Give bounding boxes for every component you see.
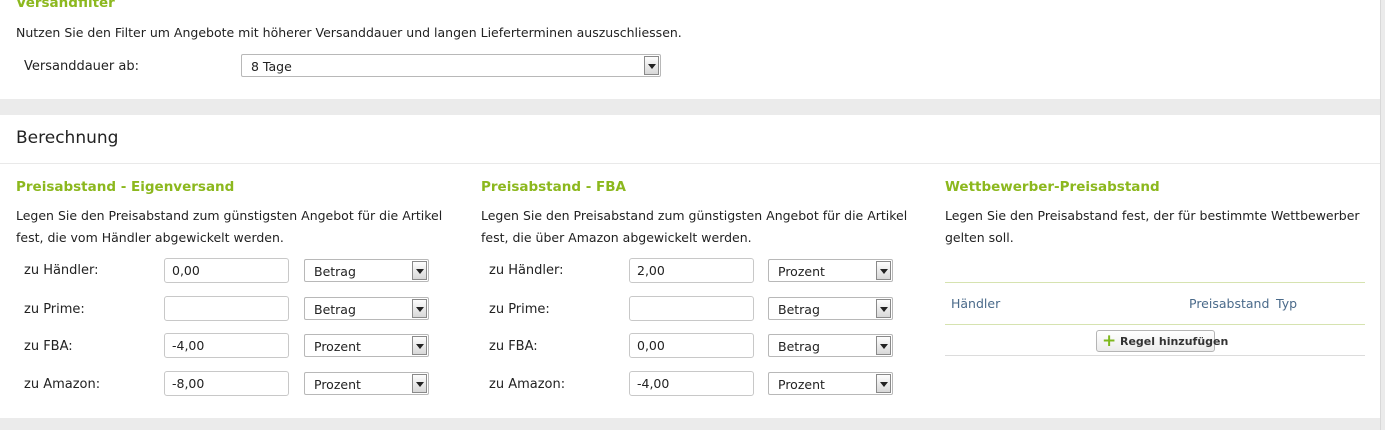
versandfilter-panel: Versandfilter Nutzen Sie den Filter um A…: [0, 0, 1380, 99]
chevron-down-icon[interactable]: [412, 336, 427, 355]
table-header-border: [945, 324, 1365, 325]
fba-haendler-label: zu Händler:: [489, 263, 564, 278]
fba-fba-input[interactable]: 0,00: [629, 333, 754, 358]
fba-prime-type-select[interactable]: Betrag: [768, 297, 893, 320]
berechnung-title: Berechnung: [16, 128, 119, 148]
eigen-prime-type-select[interactable]: Betrag: [304, 297, 429, 320]
select-value: Prozent: [778, 264, 825, 279]
eigenversand-title: Preisabstand - Eigenversand: [16, 179, 235, 195]
select-value: Prozent: [778, 377, 825, 392]
versandfilter-title: Versandfilter: [16, 0, 115, 11]
versanddauer-select[interactable]: 8 Tage: [241, 54, 661, 77]
eigenversand-desc-1: Legen Sie den Preisabstand zum günstigst…: [16, 208, 443, 223]
chevron-down-icon[interactable]: [412, 299, 427, 318]
chevron-down-icon[interactable]: [644, 56, 659, 75]
versandfilter-description: Nutzen Sie den Filter um Angebote mit hö…: [16, 25, 682, 40]
eigen-haendler-input[interactable]: 0,00: [164, 258, 289, 283]
add-rule-label: Regel hinzufügen: [1120, 335, 1229, 348]
plus-icon: +: [1102, 331, 1117, 351]
chevron-down-icon[interactable]: [876, 299, 891, 318]
column-header-typ: Typ: [1276, 296, 1298, 311]
fba-amazon-label: zu Amazon:: [489, 377, 566, 392]
fba-haendler-type-select[interactable]: Prozent: [768, 259, 893, 282]
select-value: Prozent: [314, 339, 361, 354]
column-header-haendler: Händler: [951, 296, 1001, 311]
chevron-down-icon[interactable]: [412, 261, 427, 280]
wettbewerber-title: Wettbewerber-Preisabstand: [945, 179, 1160, 195]
select-value: Betrag: [314, 302, 356, 317]
select-value: Prozent: [314, 377, 361, 392]
eigen-haendler-label: zu Händler:: [24, 263, 99, 278]
fba-prime-label: zu Prime:: [489, 302, 550, 317]
chevron-down-icon[interactable]: [876, 374, 891, 393]
fba-fba-label: zu FBA:: [489, 339, 538, 354]
select-value: Betrag: [314, 264, 356, 279]
fba-desc-1: Legen Sie den Preisabstand zum günstigst…: [481, 208, 908, 223]
eigen-amazon-type-select[interactable]: Prozent: [304, 372, 429, 395]
eigen-fba-input[interactable]: -4,00: [164, 333, 289, 358]
eigen-amazon-label: zu Amazon:: [24, 377, 101, 392]
add-rule-button[interactable]: + Regel hinzufügen: [1096, 330, 1228, 352]
versanddauer-label: Versanddauer ab:: [24, 59, 139, 74]
eigenversand-desc-2: fest, die vom Händler abgewickelt werden…: [16, 230, 284, 245]
fba-desc-2: fest, die über Amazon abgewickelt werden…: [481, 230, 752, 245]
select-value: Betrag: [778, 339, 820, 354]
eigen-prime-label: zu Prime:: [24, 302, 85, 317]
chevron-down-icon[interactable]: [876, 261, 891, 280]
eigen-fba-type-select[interactable]: Prozent: [304, 334, 429, 357]
eigen-haendler-type-select[interactable]: Betrag: [304, 259, 429, 282]
berechnung-panel: Berechnung Preisabstand - Eigenversand L…: [0, 115, 1380, 418]
eigen-prime-input[interactable]: [164, 296, 289, 321]
chevron-down-icon[interactable]: [412, 374, 427, 393]
section-divider: [0, 163, 1380, 164]
fba-amazon-type-select[interactable]: Prozent: [768, 372, 893, 395]
select-value: Betrag: [778, 302, 820, 317]
fba-fba-type-select[interactable]: Betrag: [768, 334, 893, 357]
fba-prime-input[interactable]: [629, 296, 754, 321]
fba-haendler-input[interactable]: 2,00: [629, 258, 754, 283]
fba-amazon-input[interactable]: -4,00: [629, 371, 754, 396]
wettbewerber-desc-2: gelten soll.: [945, 230, 1014, 245]
column-header-preisabstand: Preisabstand: [1189, 296, 1270, 311]
eigen-fba-label: zu FBA:: [24, 339, 73, 354]
scrollbar-edge: [1380, 0, 1381, 430]
fba-title: Preisabstand - FBA: [481, 179, 626, 195]
table-top-border: [945, 282, 1365, 283]
chevron-down-icon[interactable]: [876, 336, 891, 355]
table-bottom-border: [945, 355, 1365, 356]
eigen-amazon-input[interactable]: -8,00: [164, 371, 289, 396]
versanddauer-value: 8 Tage: [251, 59, 292, 74]
wettbewerber-desc-1: Legen Sie den Preisabstand fest, der für…: [945, 208, 1360, 223]
